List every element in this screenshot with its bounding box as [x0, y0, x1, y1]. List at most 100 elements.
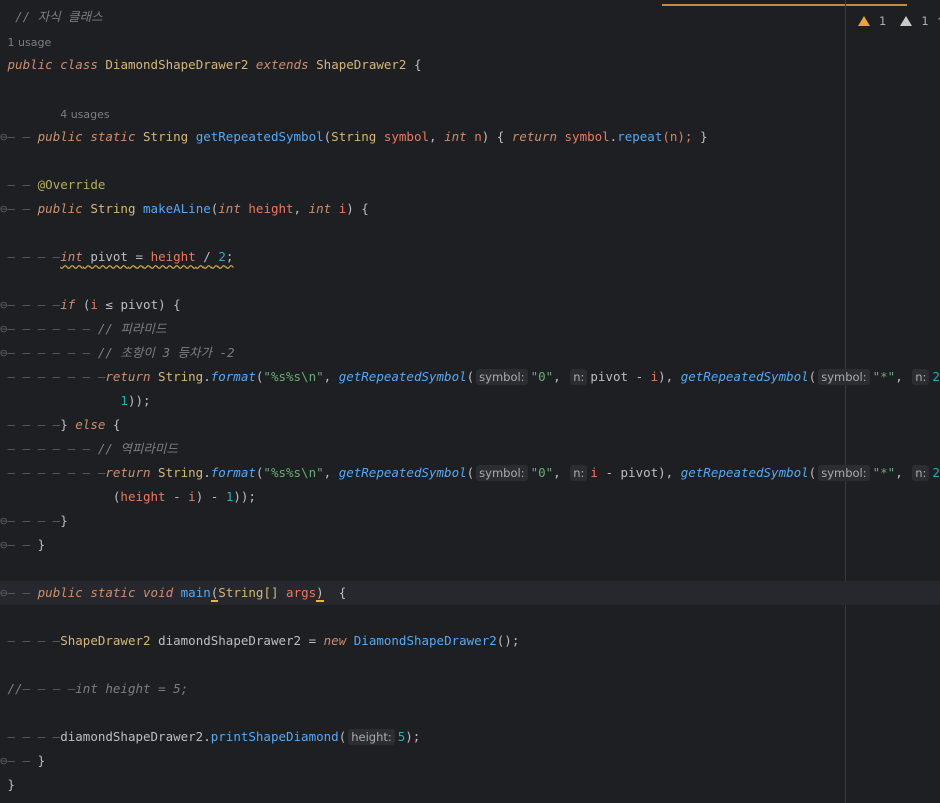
method-name: main: [180, 585, 211, 600]
code-line: 1 usage: [0, 30, 940, 54]
operator: /: [203, 249, 211, 264]
code-line[interactable]: // 자식 클래스: [0, 5, 940, 29]
keyword: return: [105, 465, 151, 480]
comma: ,: [429, 129, 437, 144]
parameter: i: [590, 465, 598, 480]
string-literal: "0": [530, 465, 554, 480]
code-line[interactable]: — — — —} else {: [0, 413, 940, 437]
variable: diamondShapeDrawer2: [60, 729, 204, 744]
usages-inlay[interactable]: 1 usage: [8, 36, 52, 49]
parameter: height: [248, 201, 294, 216]
brace: }: [60, 417, 68, 432]
code-line[interactable]: ⊖— — — —}: [0, 509, 940, 533]
paren: );: [405, 729, 421, 744]
parameter-hint: symbol:: [818, 369, 870, 385]
keyword: public: [7, 57, 53, 72]
parameter: n: [474, 129, 482, 144]
code-line[interactable]: — — — —diamondShapeDrawer2.printShapeDia…: [0, 725, 940, 749]
keyword: return: [105, 369, 151, 384]
keyword: static: [90, 129, 136, 144]
code-editor[interactable]: 1 1 ^ // 자식 클래스 1 usage public class Dia…: [0, 0, 940, 803]
code-line[interactable]: — — — —int pivot = height / 2;: [0, 245, 940, 269]
brace: {: [338, 585, 347, 600]
code-line[interactable]: — — @Override: [0, 173, 940, 197]
string-literal: "%s%s\n": [263, 369, 324, 384]
paren: ();: [496, 633, 520, 648]
variable: pivot: [620, 465, 659, 480]
method-call: getRepeatedSymbol: [338, 369, 467, 384]
type-name: String: [158, 369, 204, 384]
code-line[interactable]: ⊖— — public static String getRepeatedSym…: [0, 125, 940, 149]
parameter: height: [120, 489, 166, 504]
method-call: getRepeatedSymbol: [680, 465, 809, 480]
comment: // 역피라미드: [97, 441, 178, 456]
matched-paren: ): [316, 585, 324, 602]
type-name: String: [331, 129, 377, 144]
variable: pivot: [120, 297, 159, 312]
code-line[interactable]: }: [0, 773, 940, 797]
number: 2: [218, 249, 226, 264]
code-line[interactable]: ⊖— — }: [0, 749, 940, 773]
argument: (n);: [662, 129, 693, 144]
string-literal: "*": [872, 369, 896, 384]
code-line[interactable]: //— — — —int height = 5;: [0, 677, 940, 701]
method-call: getRepeatedSymbol: [680, 369, 809, 384]
dot: .: [203, 729, 211, 744]
operator: =: [308, 633, 317, 648]
parameter: args: [286, 585, 317, 600]
code-line[interactable]: — — — — — — —return String.format("%s%s\…: [0, 365, 940, 389]
method-name: getRepeatedSymbol: [195, 129, 324, 144]
keyword: public: [37, 201, 83, 216]
parameter-hint: n:: [570, 369, 588, 385]
operator: -: [173, 489, 181, 504]
code-line[interactable]: 1));: [0, 389, 940, 413]
parameter-hint: symbol:: [476, 369, 528, 385]
number: 2: [932, 465, 940, 480]
type-name: String: [90, 201, 136, 216]
operator: =: [135, 249, 144, 264]
code-line[interactable]: — — — — — — // 역피라미드: [0, 437, 940, 461]
paren: ) {: [158, 297, 181, 312]
code-line-current[interactable]: ⊖— — public static void main(String[] ar…: [0, 581, 940, 605]
number: 2: [932, 369, 940, 384]
operator: -: [210, 489, 219, 504]
comment: // 피라미드: [97, 321, 167, 336]
brace: }: [37, 753, 46, 768]
usages-inlay[interactable]: 4 usages: [60, 108, 109, 121]
class-name: DiamondShapeDrawer2: [105, 57, 249, 72]
keyword: if: [60, 297, 76, 312]
paren: ));: [233, 489, 256, 504]
method-call: format: [210, 369, 256, 384]
parameter-hint: n:: [570, 465, 588, 481]
brace: }: [60, 513, 68, 528]
method-call: printShapeDiamond: [210, 729, 339, 744]
variable: pivot: [90, 249, 128, 264]
keyword: public: [37, 129, 83, 144]
code-line[interactable]: — — — — — — —return String.format("%s%s\…: [0, 461, 940, 485]
method-call: format: [210, 465, 256, 480]
brace: }: [7, 777, 16, 792]
keyword: new: [323, 633, 347, 648]
parameter-hint: symbol:: [818, 465, 870, 481]
paren: ) {: [346, 201, 369, 216]
semicolon: ;: [225, 249, 234, 264]
method-name: makeALine: [143, 201, 211, 216]
brace: }: [37, 537, 46, 552]
code-line[interactable]: ⊖— — — — — — // 초항이 3 등차가 -2: [0, 341, 940, 365]
code-line[interactable]: public class DiamondShapeDrawer2 extends…: [0, 53, 940, 77]
parameter: i: [188, 489, 196, 504]
keyword: int: [60, 249, 83, 264]
variable: diamondShapeDrawer2: [158, 633, 302, 648]
code-line[interactable]: ⊖— — — — — — // 피라미드: [0, 317, 940, 341]
parameter-hint: n:: [912, 369, 930, 385]
paren: (: [338, 729, 347, 744]
operator: -: [635, 369, 644, 384]
code-line[interactable]: ⊖— — public String makeALine(int height,…: [0, 197, 940, 221]
constructor-call: DiamondShapeDrawer2: [353, 633, 497, 648]
parameter: symbol: [564, 129, 610, 144]
code-line[interactable]: ⊖— — }: [0, 533, 940, 557]
code-line[interactable]: ⊖— — — —if (i ≤ pivot) {: [0, 293, 940, 317]
comment: //: [7, 681, 23, 696]
code-line[interactable]: (height - i) - 1));: [0, 485, 940, 509]
code-line[interactable]: — — — —ShapeDrawer2 diamondShapeDrawer2 …: [0, 629, 940, 653]
